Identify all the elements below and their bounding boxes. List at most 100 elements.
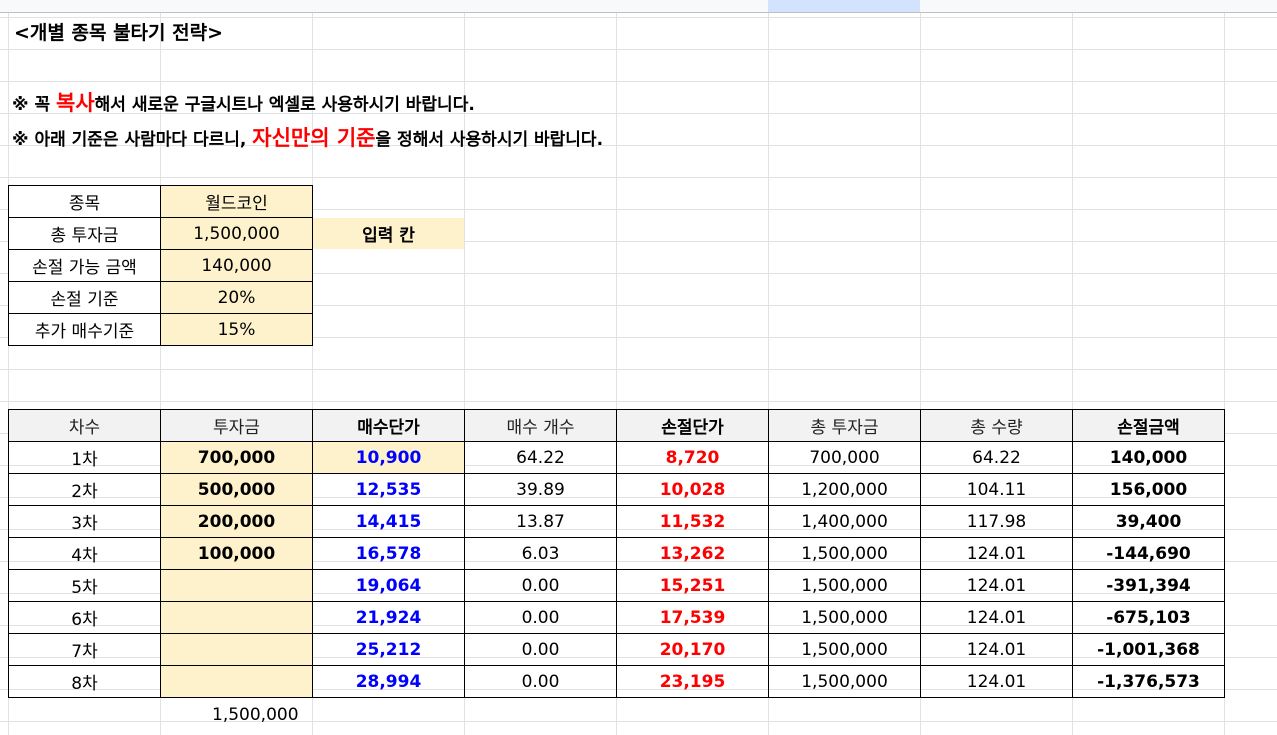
cell-round[interactable]: 5차	[8, 569, 161, 602]
table-row: 6차 21,924 0.00 17,539 1,500,000 124.01 -…	[8, 601, 1225, 634]
cell-round[interactable]: 8차	[8, 665, 161, 698]
cell-buy-qty[interactable]: 0.00	[464, 633, 617, 666]
cell-stop-price[interactable]: 20,170	[616, 633, 769, 666]
table-row: 7차 25,212 0.00 20,170 1,500,000 124.01 -…	[8, 633, 1225, 666]
cell-buy-qty[interactable]: 0.00	[464, 601, 617, 634]
cell-investment[interactable]: 700,000	[160, 441, 313, 474]
cell-total-qty[interactable]: 124.01	[920, 633, 1073, 666]
cell-buy-price[interactable]: 28,994	[312, 665, 465, 698]
cell-total-qty[interactable]: 124.01	[920, 537, 1073, 570]
info-label[interactable]: 손절 가능 금액	[8, 249, 161, 282]
cell-investment[interactable]	[160, 601, 313, 634]
cell-stop-amount[interactable]: -144,690	[1072, 537, 1225, 570]
cell-investment[interactable]: 200,000	[160, 505, 313, 538]
cell-total-qty[interactable]: 124.01	[920, 601, 1073, 634]
sheet-title: <개별 종목 불타기 전략>	[14, 22, 224, 44]
cell-stop-amount[interactable]: 140,000	[1072, 441, 1225, 474]
cell-buy-price[interactable]: 21,924	[312, 601, 465, 634]
cell-buy-price[interactable]: 19,064	[312, 569, 465, 602]
info-label[interactable]: 총 투자금	[8, 217, 161, 250]
cell-investment[interactable]	[160, 665, 313, 698]
cell-buy-price[interactable]: 12,535	[312, 473, 465, 506]
cell-stop-amount[interactable]: -675,103	[1072, 601, 1225, 634]
cell-stop-price[interactable]: 8,720	[616, 441, 769, 474]
cell-buy-price[interactable]: 25,212	[312, 633, 465, 666]
note-copy: ※ 꼭 복사해서 새로운 구글시트나 엑셀로 사용하시기 바랍니다.	[12, 87, 475, 117]
cell-stop-amount[interactable]: 156,000	[1072, 473, 1225, 506]
cell-investment[interactable]: 100,000	[160, 537, 313, 570]
cell-stop-price[interactable]: 13,262	[616, 537, 769, 570]
cell-buy-qty[interactable]: 0.00	[464, 569, 617, 602]
cell-round[interactable]: 7차	[8, 633, 161, 666]
info-value-max-loss[interactable]: 140,000	[160, 249, 313, 282]
header-buy-price[interactable]: 매수단가	[312, 409, 465, 442]
cell-buy-qty[interactable]: 0.00	[464, 665, 617, 698]
cell-total-investment[interactable]: 1,500,000	[768, 601, 921, 634]
cell-total-investment[interactable]: 700,000	[768, 441, 921, 474]
cell-buy-qty[interactable]: 39.89	[464, 473, 617, 506]
cell-round[interactable]: 6차	[8, 601, 161, 634]
header-buy-qty[interactable]: 매수 개수	[464, 409, 617, 442]
cell-stop-price[interactable]: 15,251	[616, 569, 769, 602]
note-copy-suffix: 해서 새로운 구글시트나 엑셀로 사용하시기 바랍니다.	[94, 95, 475, 115]
cell-buy-price[interactable]: 16,578	[312, 537, 465, 570]
table-row: 4차 100,000 16,578 6.03 13,262 1,500,000 …	[8, 537, 1225, 570]
cell-round[interactable]: 4차	[8, 537, 161, 570]
cell-total-investment[interactable]: 1,500,000	[768, 569, 921, 602]
table-header-row: 차수 투자금 매수단가 매수 개수 손절단가 총 투자금 총 수량 손절금액	[8, 409, 1225, 442]
cell-total-qty[interactable]: 104.11	[920, 473, 1073, 506]
cell-stop-amount[interactable]: -1,376,573	[1072, 665, 1225, 698]
cell-total-qty[interactable]: 124.01	[920, 665, 1073, 698]
table-row: 3차 200,000 14,415 13.87 11,532 1,400,000…	[8, 505, 1225, 538]
table-row: 8차 28,994 0.00 23,195 1,500,000 124.01 -…	[8, 665, 1225, 698]
cell-stop-price[interactable]: 11,532	[616, 505, 769, 538]
info-value-stop-loss-rate[interactable]: 20%	[160, 281, 313, 314]
input-cell-legend[interactable]: 입력 칸	[313, 218, 464, 249]
selected-column-header[interactable]	[768, 0, 920, 12]
pyramiding-table: 차수 투자금 매수단가 매수 개수 손절단가 총 투자금 총 수량 손절금액 1…	[8, 409, 1225, 698]
header-stop-price[interactable]: 손절단가	[616, 409, 769, 442]
cell-total-investment[interactable]: 1,400,000	[768, 505, 921, 538]
cell-investment[interactable]	[160, 633, 313, 666]
cell-round[interactable]: 3차	[8, 505, 161, 538]
header-round[interactable]: 차수	[8, 409, 161, 442]
info-label[interactable]: 종목	[8, 185, 161, 218]
info-value-add-buy-rate[interactable]: 15%	[160, 313, 313, 346]
cell-stop-amount[interactable]: -391,394	[1072, 569, 1225, 602]
cell-total-qty[interactable]: 64.22	[920, 441, 1073, 474]
cell-total-qty[interactable]: 124.01	[920, 569, 1073, 602]
investment-total[interactable]: 1,500,000	[212, 705, 299, 725]
cell-buy-price[interactable]: 10,900	[312, 441, 465, 474]
cell-round[interactable]: 1차	[8, 441, 161, 474]
table-row: 1차 700,000 10,900 64.22 8,720 700,000 64…	[8, 441, 1225, 474]
cell-stop-amount[interactable]: 39,400	[1072, 505, 1225, 538]
note-copy-prefix: ※ 꼭	[12, 95, 57, 115]
cell-investment[interactable]	[160, 569, 313, 602]
note-criteria-suffix: 을 정해서 사용하시기 바랍니다.	[375, 130, 604, 150]
cell-buy-qty[interactable]: 13.87	[464, 505, 617, 538]
header-investment[interactable]: 투자금	[160, 409, 313, 442]
header-total-qty[interactable]: 총 수량	[920, 409, 1073, 442]
cell-buy-price[interactable]: 14,415	[312, 505, 465, 538]
cell-stop-price[interactable]: 17,539	[616, 601, 769, 634]
cell-buy-qty[interactable]: 6.03	[464, 537, 617, 570]
info-label[interactable]: 추가 매수기준	[8, 313, 161, 346]
info-value-ticker[interactable]: 월드코인	[160, 185, 313, 218]
cell-total-investment[interactable]: 1,200,000	[768, 473, 921, 506]
info-value-total-investment[interactable]: 1,500,000	[160, 217, 313, 250]
header-total-investment[interactable]: 총 투자금	[768, 409, 921, 442]
cell-stop-amount[interactable]: -1,001,368	[1072, 633, 1225, 666]
cell-total-qty[interactable]: 117.98	[920, 505, 1073, 538]
column-header-strip[interactable]	[0, 0, 1277, 13]
cell-buy-qty[interactable]: 64.22	[464, 441, 617, 474]
cell-round[interactable]: 2차	[8, 473, 161, 506]
cell-stop-price[interactable]: 10,028	[616, 473, 769, 506]
info-label[interactable]: 손절 기준	[8, 281, 161, 314]
cell-investment[interactable]: 500,000	[160, 473, 313, 506]
cell-total-investment[interactable]: 1,500,000	[768, 665, 921, 698]
cell-total-investment[interactable]: 1,500,000	[768, 633, 921, 666]
cell-total-investment[interactable]: 1,500,000	[768, 537, 921, 570]
header-stop-amount[interactable]: 손절금액	[1072, 409, 1225, 442]
cell-stop-price[interactable]: 23,195	[616, 665, 769, 698]
info-table: 종목 월드코인 총 투자금 1,500,000 손절 가능 금액 140,000…	[8, 185, 313, 346]
